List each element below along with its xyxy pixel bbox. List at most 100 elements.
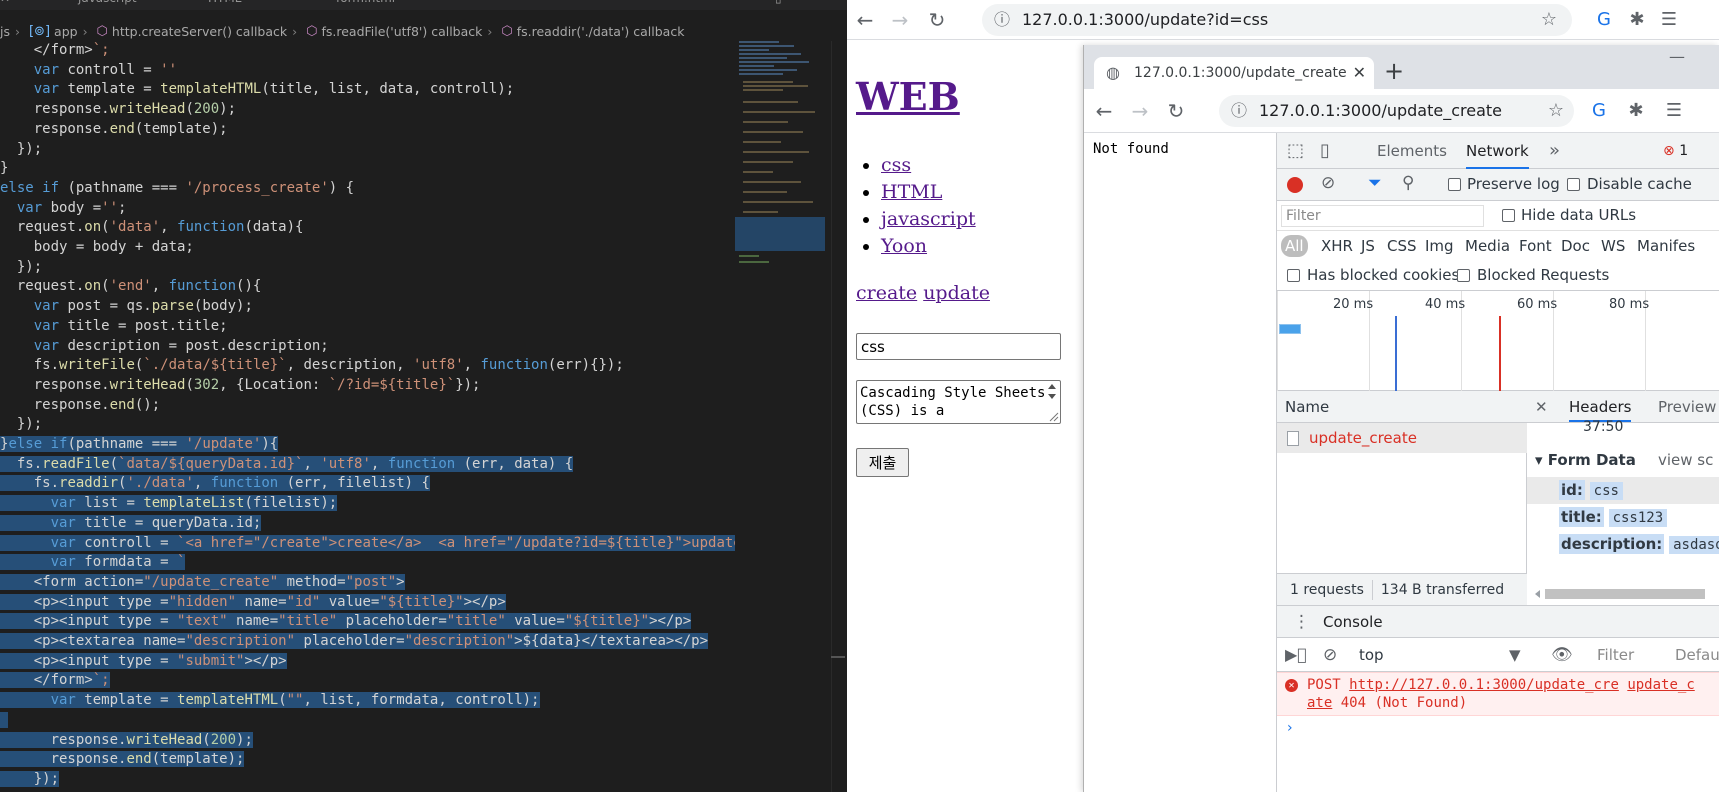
code-line[interactable]: body = body + data; [0,238,730,258]
context-selector[interactable]: top ▼ [1359,638,1529,672]
close-icon[interactable]: ✕ [1535,391,1548,423]
search-icon[interactable]: ⚲ [1402,173,1414,193]
code-line[interactable]: var template = templateHTML(title, list,… [0,80,730,100]
more-tabs-icon[interactable]: » [1549,133,1560,169]
code-line[interactable]: var controll = '' [0,61,730,81]
topic-link[interactable]: Yoon [881,235,927,257]
code-line[interactable]: request.on('data', function(data){ [0,218,730,238]
show-sidebar-icon[interactable]: ▶⃞ [1285,638,1307,672]
create-link[interactable]: create [856,282,917,304]
record-icon[interactable] [1287,177,1303,193]
topic-link[interactable]: javascript [881,208,976,230]
menu-icon[interactable]: ☰ [1662,99,1686,123]
breadcrumb-item[interactable]: app [54,21,78,43]
code-line[interactable]: response.writeHead(302, {Location: `/?id… [0,376,730,396]
code-line[interactable]: fs.readdir('./data', function (err, file… [0,474,730,494]
topic-link[interactable]: css [881,154,911,176]
code-line[interactable]: fs.readFile(`data/${queryData.id}`, 'utf… [0,455,730,475]
close-tab-icon[interactable]: ✕ [1353,57,1366,89]
code-line[interactable]: var controll = `<a href="/create">create… [0,534,768,554]
textarea-scrollbar[interactable] [1044,381,1060,423]
code-line[interactable]: response.writeHead(200); [0,100,730,120]
code-line[interactable]: }); [0,415,730,435]
back-icon[interactable]: ← [851,6,879,34]
console-prompt-icon[interactable]: › [1287,720,1293,736]
forward-icon[interactable]: → [886,6,914,34]
network-timeline[interactable]: 20 ms 40 ms 60 ms 80 ms [1277,291,1719,391]
code-line[interactable]: fs.writeFile(`./data/${title}`, descript… [0,356,730,376]
address-bar[interactable]: ⓘ 127.0.0.1:3000/update_create [1219,95,1574,127]
split-editor-icon[interactable]: ▯ [775,0,782,10]
code-line[interactable]: var description = post.description; [0,337,730,357]
console-filter-input[interactable]: Filter [1591,643,1671,667]
form-data-section[interactable]: ▾ Form Data [1535,451,1636,469]
minimap[interactable] [735,41,830,792]
info-icon[interactable]: ⓘ [1231,95,1247,127]
type-filter-ws[interactable]: WS [1601,235,1625,257]
code-line[interactable]: response.writeHead(200); [0,731,730,751]
code-line[interactable]: var title = queryData.id; [0,514,730,534]
clear-console-icon[interactable]: ⊘ [1323,638,1337,672]
code-editor[interactable]: ✕ javascript HTML form.html ▯ ⋯ js› [⊚]a… [0,0,847,792]
type-filter-media[interactable]: Media [1465,235,1510,257]
error-source-link[interactable]: update_c [1627,677,1694,693]
code-line[interactable]: var body =''; [0,199,730,219]
type-filter-doc[interactable]: Doc [1561,235,1590,257]
description-textarea[interactable]: Cascading Style Sheets (CSS) is a [856,380,1061,424]
breadcrumb-item[interactable]: fs.readdir('./data') callback [517,21,685,43]
preserve-log-checkbox[interactable] [1448,178,1461,191]
code-line[interactable]: var title = post.title; [0,317,730,337]
address-bar[interactable]: ⓘ 127.0.0.1:3000/update?id=css [982,4,1572,36]
topic-link[interactable]: HTML [881,181,942,203]
editor-tab[interactable]: HTML [208,0,241,10]
code-line[interactable]: }); [0,258,730,278]
type-filter-font[interactable]: Font [1519,235,1552,257]
horizontal-scrollbar[interactable] [1533,587,1713,601]
code-area[interactable]: </form>`; var controll = '' var template… [0,41,768,792]
code-line[interactable]: <p><textarea name="description" placehol… [0,632,730,652]
code-line[interactable]: <p><input type = "submit"></p> [0,652,730,672]
filter-input[interactable]: Filter [1281,205,1484,227]
url-text[interactable]: 127.0.0.1:3000/update?id=css [1022,10,1268,29]
code-line[interactable] [0,711,730,731]
code-line[interactable]: } [0,159,730,179]
tab-elements[interactable]: Elements [1377,133,1447,169]
new-tab-icon[interactable]: + [1380,57,1408,85]
drawer-menu-icon[interactable]: ⋮ [1293,606,1310,638]
tab-preview[interactable]: Preview [1658,391,1716,423]
clear-icon[interactable]: ⊘ [1321,173,1335,193]
code-line[interactable]: <form action="/update_create" method="po… [0,573,730,593]
breadcrumb-item[interactable]: fs.readFile('utf8') callback [321,21,482,43]
code-line[interactable]: response.end(template); [0,750,730,770]
device-toolbar-icon[interactable]: ▯ [1320,133,1330,169]
bookmark-star-icon[interactable]: ☆ [1537,8,1561,32]
url-text[interactable]: 127.0.0.1:3000/update_create [1259,101,1502,120]
breadcrumb-item[interactable]: http.createServer() callback [112,21,287,43]
browser-tab[interactable]: ◍ 127.0.0.1:3000/update_create ✕ [1094,57,1374,89]
code-line[interactable]: var list = templateList(filelist); [0,494,730,514]
hide-data-urls-checkbox[interactable] [1502,209,1515,222]
code-line[interactable]: }else if(pathname === '/update'){ [0,435,730,455]
code-line[interactable]: else if (pathname === '/process_create')… [0,179,730,199]
code-line[interactable]: response.end(template); [0,120,730,140]
live-expression-eye-icon[interactable]: 👁 [1551,638,1573,672]
type-filter-manifest[interactable]: Manifes [1637,235,1695,257]
forward-icon[interactable]: → [1126,97,1154,125]
code-line[interactable]: var post = qs.parse(body); [0,297,730,317]
code-line[interactable]: }); [0,140,730,160]
submit-button[interactable]: 제출 [856,448,909,477]
code-line[interactable]: var template = templateHTML("", list, fo… [0,691,730,711]
tab-console[interactable]: Console [1323,606,1383,638]
type-filter-all[interactable]: All [1281,235,1308,257]
blocked-requests-checkbox[interactable] [1457,269,1470,282]
minimize-icon[interactable]: — [1669,47,1685,66]
code-line[interactable]: <p><input type ="hidden" name="id" value… [0,593,730,613]
title-input[interactable] [856,333,1061,360]
error-url-link[interactable]: ate [1307,695,1332,711]
editor-scrollbar[interactable] [831,41,845,792]
code-line[interactable]: request.on('end', function(){ [0,277,730,297]
disable-cache-checkbox[interactable] [1567,178,1580,191]
filter-icon[interactable]: ⏷ [1368,173,1382,193]
request-row[interactable]: update_create [1277,423,1527,453]
has-blocked-cookies-checkbox[interactable] [1287,269,1300,282]
